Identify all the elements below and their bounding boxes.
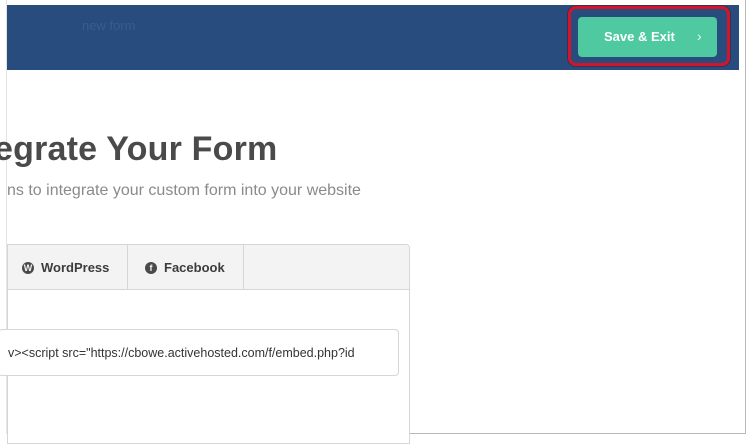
save-exit-label: Save & Exit [604,29,675,44]
page-title: egrate Your Form [0,130,278,168]
page-subtitle: ns to integrate your custom form into yo… [7,182,361,199]
form-name[interactable]: new form [82,18,135,33]
integration-tabs: W WordPress f Facebook [8,245,409,290]
tab-label: WordPress [41,260,110,275]
tab-label: Facebook [164,260,225,275]
facebook-icon: f [145,261,157,274]
header-bar: new form Save & Exit › [7,5,739,70]
tab-wordpress[interactable]: W WordPress [8,245,128,290]
tab-facebook[interactable]: f Facebook [128,245,244,290]
wordpress-icon: W [22,261,34,274]
app-window: new form Save & Exit › egrate Your Form … [0,0,746,444]
integration-panel: W WordPress f Facebook v><script src="ht… [0,244,410,444]
chevron-right-icon: › [697,28,702,44]
embed-code-field[interactable]: v><script src="https://cbowe.activehoste… [0,329,399,376]
embed-code-text: v><script src="https://cbowe.activehoste… [8,346,355,360]
save-exit-button[interactable]: Save & Exit › [578,17,717,57]
